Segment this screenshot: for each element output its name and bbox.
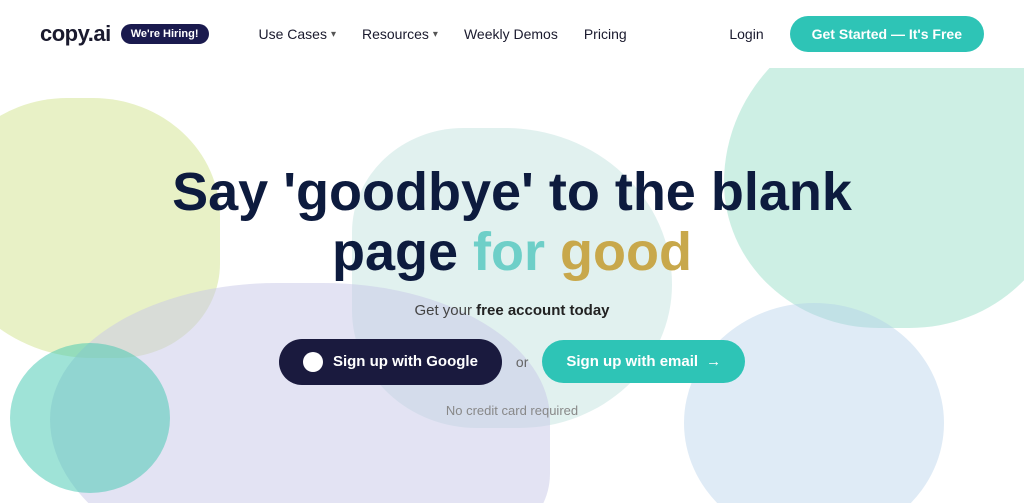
nav-use-cases[interactable]: Use Cases ▾: [249, 20, 347, 48]
navbar: copy.ai We're Hiring! Use Cases ▾ Resour…: [0, 0, 1024, 68]
hero-headline: Say 'goodbye' to the blank page for good: [172, 163, 852, 282]
headline-good: good: [560, 222, 692, 282]
chevron-down-icon: ▾: [331, 29, 336, 40]
nav-links: Use Cases ▾ Resources ▾ Weekly Demos Pri…: [249, 20, 720, 48]
subtitle-bold: free account today: [476, 302, 609, 319]
subtitle-pre: Get your: [414, 302, 476, 319]
nav-weekly-demos-label: Weekly Demos: [464, 26, 558, 42]
nav-weekly-demos[interactable]: Weekly Demos: [454, 20, 568, 48]
headline-line2: page for good: [172, 223, 852, 282]
nav-use-cases-label: Use Cases: [259, 26, 327, 42]
cta-row: G Sign up with Google or Sign up with em…: [279, 339, 745, 385]
hero-section: Say 'goodbye' to the blank page for good…: [0, 68, 1024, 503]
nav-actions: Login Get Started — It's Free: [719, 16, 984, 52]
google-btn-label: Sign up with Google: [333, 353, 478, 370]
hero-subtitle: Get your free account today: [414, 302, 609, 319]
nav-pricing-label: Pricing: [584, 26, 627, 42]
headline-line1: Say 'goodbye' to the blank: [172, 162, 852, 222]
email-btn-label: Sign up with email: [566, 353, 698, 370]
google-signup-button[interactable]: G Sign up with Google: [279, 339, 502, 385]
arrow-icon: →: [706, 353, 721, 370]
nav-resources-label: Resources: [362, 26, 429, 42]
get-started-button[interactable]: Get Started — It's Free: [790, 16, 984, 52]
google-icon: G: [303, 352, 323, 372]
hiring-badge[interactable]: We're Hiring!: [121, 24, 209, 44]
headline-for: for: [473, 222, 560, 282]
login-button[interactable]: Login: [719, 20, 773, 48]
logo: copy.ai: [40, 21, 111, 47]
nav-pricing[interactable]: Pricing: [574, 20, 637, 48]
no-credit-note: No credit card required: [446, 403, 578, 418]
bg-blob-teal-left: [10, 343, 170, 493]
nav-brand: copy.ai We're Hiring!: [40, 21, 209, 47]
hero-content: Say 'goodbye' to the blank page for good…: [172, 163, 852, 418]
email-signup-button[interactable]: Sign up with email →: [542, 340, 745, 383]
headline-page: page: [332, 222, 473, 282]
or-divider: or: [516, 354, 528, 370]
nav-resources[interactable]: Resources ▾: [352, 20, 448, 48]
chevron-down-icon: ▾: [433, 29, 438, 40]
